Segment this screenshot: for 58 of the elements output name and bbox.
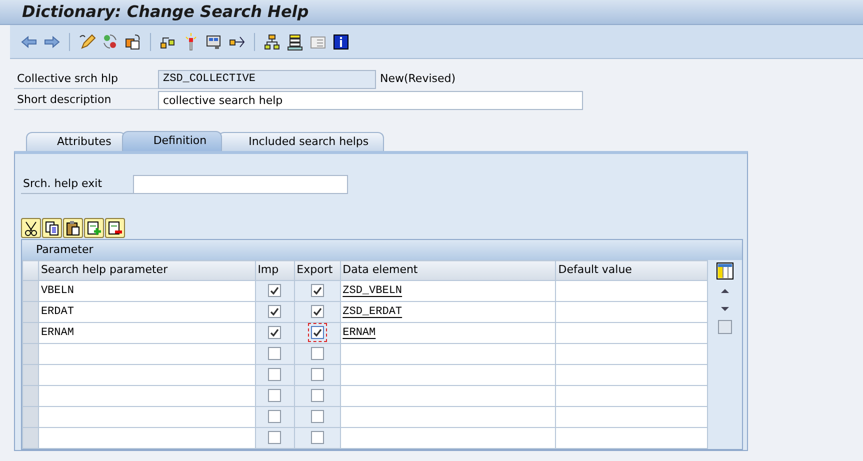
scroll-thumb[interactable]	[718, 320, 732, 334]
table-cell-link[interactable]: ZSD_ERDAT	[342, 306, 402, 318]
info-icon[interactable]	[332, 32, 350, 50]
window-title: Dictionary: Change Search Help	[22, 1, 309, 23]
column-header: Imp	[255, 260, 294, 280]
paste-button[interactable]	[63, 218, 83, 238]
tree-icon[interactable]	[263, 32, 281, 50]
column-header: Data element	[340, 260, 556, 280]
tab[interactable]: Definition	[122, 131, 222, 151]
column-header: Default value	[556, 260, 708, 280]
focused-cell[interactable]	[294, 322, 340, 344]
checkbox[interactable]	[310, 347, 324, 360]
scissors-button[interactable]	[21, 218, 41, 238]
checked-checkbox[interactable]	[310, 284, 324, 298]
column-settings-icon[interactable]	[716, 262, 734, 280]
table-cell[interactable]	[294, 386, 340, 406]
checkbox[interactable]	[310, 431, 324, 444]
squares-icon[interactable]	[124, 32, 142, 50]
input-field[interactable]	[133, 175, 348, 194]
checkbox[interactable]	[268, 368, 282, 382]
checked-checkbox[interactable]	[268, 284, 282, 298]
checkbox[interactable]	[310, 410, 324, 424]
screen-icon[interactable]	[205, 32, 223, 50]
delete-row-button[interactable]	[105, 218, 125, 238]
circles-icon[interactable]	[101, 32, 119, 50]
checked-checkbox[interactable]	[310, 326, 324, 340]
status-text: New(Revised)	[379, 71, 456, 88]
checkbox[interactable]	[310, 368, 324, 382]
input-field[interactable]: ZSD_COLLECTIVE	[158, 70, 376, 89]
pencil-icon[interactable]	[78, 32, 96, 50]
table-cell[interactable]	[294, 364, 340, 386]
table-cell[interactable]	[294, 344, 340, 364]
table-cell[interactable]: ERDAT	[38, 302, 256, 322]
checked-checkbox[interactable]	[310, 305, 324, 318]
table-cell-link[interactable]: ZSD_VBELN	[342, 284, 402, 297]
table-cell[interactable]: VBELN	[38, 280, 256, 302]
column-header: Search help parameter	[38, 260, 256, 280]
copy-button[interactable]	[42, 218, 62, 238]
checkbox[interactable]	[268, 389, 282, 402]
table-cell[interactable]	[294, 280, 340, 302]
column-header: Export	[294, 260, 340, 280]
checkbox[interactable]	[268, 410, 282, 424]
stack-icon[interactable]	[286, 32, 304, 50]
insert-row-button[interactable]	[84, 218, 104, 238]
panel-title: Parameter	[22, 240, 742, 260]
table-cell-link[interactable]: ERNAM	[342, 326, 376, 339]
table-cell[interactable]	[294, 428, 340, 448]
table-cell[interactable]	[294, 302, 340, 322]
checkbox[interactable]	[268, 347, 282, 360]
table-cell[interactable]	[294, 406, 340, 428]
checked-checkbox[interactable]	[268, 326, 282, 340]
row-header[interactable]	[22, 260, 38, 280]
checkbox[interactable]	[268, 431, 282, 444]
checkbox[interactable]	[310, 389, 324, 402]
focus-frame	[308, 323, 327, 342]
checked-checkbox[interactable]	[268, 305, 282, 318]
table-cell[interactable]: ERNAM	[38, 322, 256, 344]
input-field[interactable]: collective search help	[158, 91, 583, 110]
